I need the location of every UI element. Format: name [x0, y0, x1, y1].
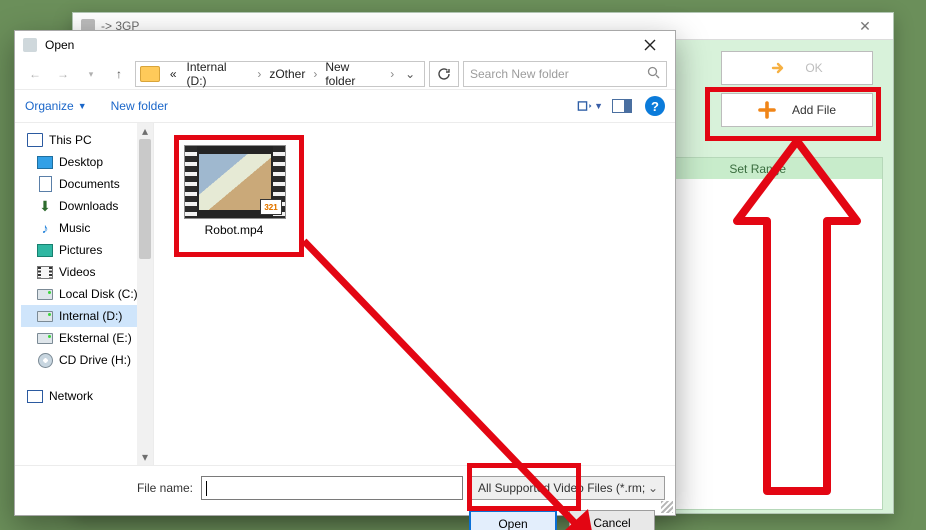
tree-eksternal-e[interactable]: Eksternal (E:)	[21, 327, 153, 349]
crumb-prefix[interactable]: «	[166, 65, 181, 83]
codec-overlay-icon: 321	[260, 199, 282, 215]
dialog-icon	[23, 38, 37, 52]
crumb-drive[interactable]: Internal (D:)	[183, 58, 254, 90]
help-button[interactable]: ?	[645, 96, 665, 116]
tree-internal-d[interactable]: Internal (D:)	[21, 305, 153, 327]
dialog-titlebar: Open	[15, 31, 675, 59]
dialog-toolbar: Organize▼ New folder ▼ ?	[15, 89, 675, 123]
tree-pictures[interactable]: Pictures	[21, 239, 153, 261]
cancel-button[interactable]: Cancel	[569, 510, 655, 530]
dialog-footer: File name: All Supported Video Files (*.…	[15, 465, 675, 530]
text-cursor	[206, 481, 207, 496]
tree-this-pc[interactable]: This PC	[21, 129, 153, 151]
chevron-down-icon: ▼	[78, 101, 87, 111]
scroll-down-icon[interactable]: ▾	[137, 449, 153, 465]
open-dialog: Open ← → ▾ ↑ « Internal (D:) › zOther › …	[14, 30, 676, 516]
chevron-right-icon: ›	[388, 67, 396, 81]
nav-forward-button[interactable]: →	[51, 62, 75, 86]
nav-tree: This PC Desktop Documents ⬇Downloads ♪Mu…	[15, 123, 154, 465]
app-close-button[interactable]: ✕	[845, 16, 885, 36]
nav-history-dropdown[interactable]: ▾	[79, 62, 103, 86]
tree-videos[interactable]: Videos	[21, 261, 153, 283]
view-mode-button[interactable]: ▼	[577, 95, 603, 117]
search-placeholder: Search New folder	[470, 67, 569, 81]
file-label: Robot.mp4	[184, 223, 284, 237]
file-list[interactable]: 321 Robot.mp4	[154, 123, 675, 465]
organize-menu[interactable]: Organize▼	[25, 99, 87, 113]
file-item-robot[interactable]: 321 Robot.mp4	[184, 145, 284, 237]
search-icon	[647, 66, 660, 82]
file-name-input[interactable]	[201, 476, 463, 500]
resize-grip[interactable]	[661, 501, 673, 513]
tree-music[interactable]: ♪Music	[21, 217, 153, 239]
tree-downloads[interactable]: ⬇Downloads	[21, 195, 153, 217]
preview-pane-button[interactable]	[609, 95, 635, 117]
tree-documents[interactable]: Documents	[21, 173, 153, 195]
refresh-button[interactable]	[429, 61, 459, 87]
scroll-up-icon[interactable]: ▴	[137, 123, 153, 139]
tree-desktop[interactable]: Desktop	[21, 151, 153, 173]
nav-up-button[interactable]: ↑	[107, 62, 131, 86]
nav-back-button[interactable]: ←	[23, 62, 47, 86]
arrow-right-icon	[771, 60, 787, 76]
tree-local-c[interactable]: Local Disk (C:)	[21, 283, 153, 305]
chevron-down-icon: ▼	[594, 101, 603, 111]
folder-icon	[140, 66, 160, 82]
ok-label: OK	[805, 61, 822, 75]
nav-row: ← → ▾ ↑ « Internal (D:) › zOther › New f…	[15, 59, 675, 89]
crumb-zother[interactable]: zOther	[265, 65, 309, 83]
crumb-new-folder[interactable]: New folder	[321, 58, 386, 90]
search-input[interactable]: Search New folder	[463, 61, 667, 87]
path-dropdown[interactable]: ⌄	[400, 67, 420, 81]
file-name-label: File name:	[15, 481, 201, 495]
col-set-range[interactable]: Set Range	[715, 162, 800, 176]
dialog-close-button[interactable]	[633, 35, 667, 55]
ok-button[interactable]: OK	[721, 51, 873, 85]
add-file-label: Add File	[792, 103, 836, 117]
chevron-right-icon: ›	[255, 67, 263, 81]
plus-icon	[758, 101, 776, 119]
tree-scrollbar[interactable]: ▴ ▾	[137, 123, 153, 465]
tree-network[interactable]: Network	[21, 385, 153, 407]
dialog-title: Open	[45, 38, 74, 52]
add-file-button[interactable]: Add File	[721, 93, 873, 127]
file-type-filter[interactable]: All Supported Video Files (*.rm; ⌄	[471, 476, 665, 500]
new-folder-button[interactable]: New folder	[111, 99, 168, 113]
chevron-right-icon: ›	[311, 67, 319, 81]
tree-cd-h[interactable]: CD Drive (H:)	[21, 349, 153, 371]
video-thumbnail: 321	[184, 145, 286, 219]
open-button[interactable]: Open	[469, 510, 557, 530]
breadcrumb[interactable]: « Internal (D:) › zOther › New folder › …	[135, 61, 425, 87]
chevron-down-icon: ⌄	[648, 481, 658, 495]
scroll-thumb[interactable]	[139, 139, 151, 259]
